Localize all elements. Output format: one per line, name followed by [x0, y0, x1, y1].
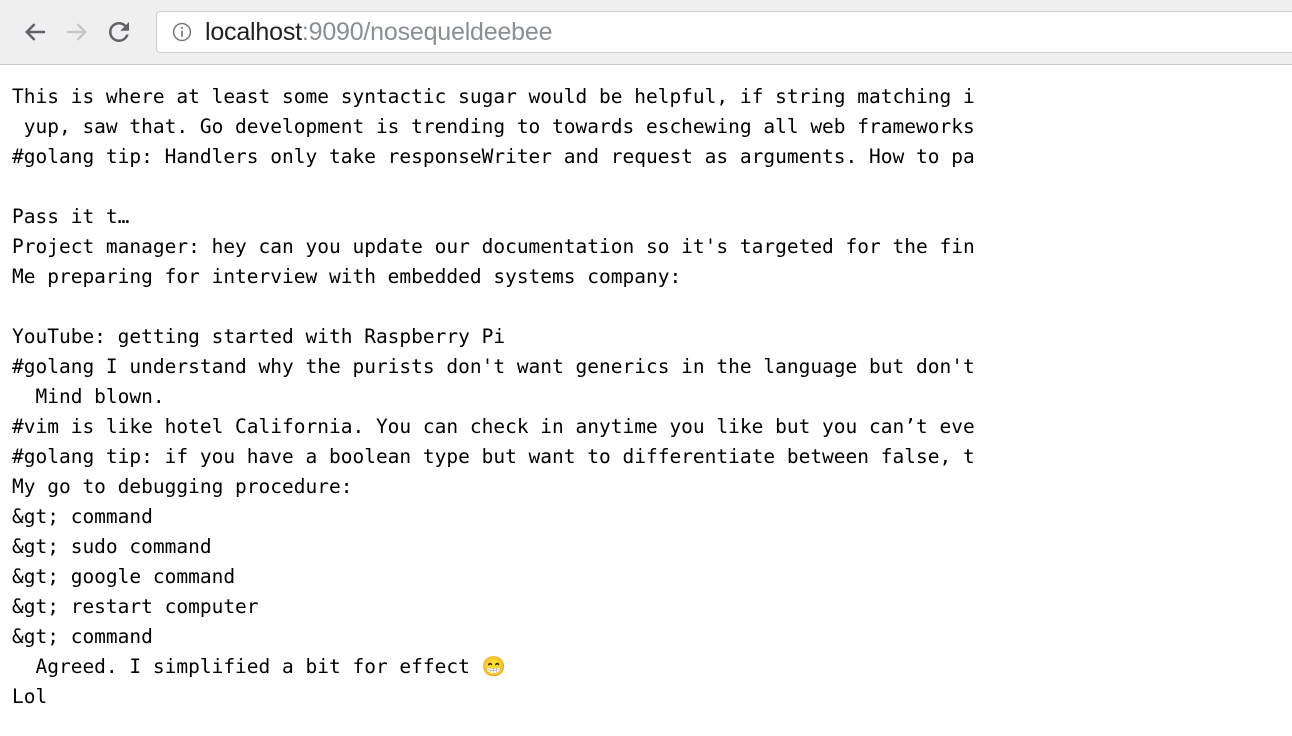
forward-button[interactable]: [56, 11, 98, 53]
reload-icon: [108, 21, 129, 42]
raw-text-dump: This is where at least some syntactic su…: [12, 85, 975, 708]
back-button[interactable]: [14, 11, 56, 53]
info-circle-icon[interactable]: [171, 21, 193, 43]
arrow-right-icon: [67, 23, 87, 41]
url-host: localhost: [205, 18, 302, 46]
url-bar[interactable]: localhost:9090/nosequeldeebee: [156, 11, 1292, 53]
arrow-left-icon: [25, 23, 45, 41]
browser-toolbar: localhost:9090/nosequeldeebee: [0, 0, 1292, 65]
page-content-area: This is where at least some syntactic su…: [0, 66, 1292, 736]
url-text: localhost:9090/nosequeldeebee: [205, 18, 552, 46]
browser-window: localhost:9090/nosequeldeebee This is wh…: [0, 0, 1292, 736]
url-path: :9090/nosequeldeebee: [301, 18, 553, 46]
reload-button[interactable]: [98, 11, 140, 53]
